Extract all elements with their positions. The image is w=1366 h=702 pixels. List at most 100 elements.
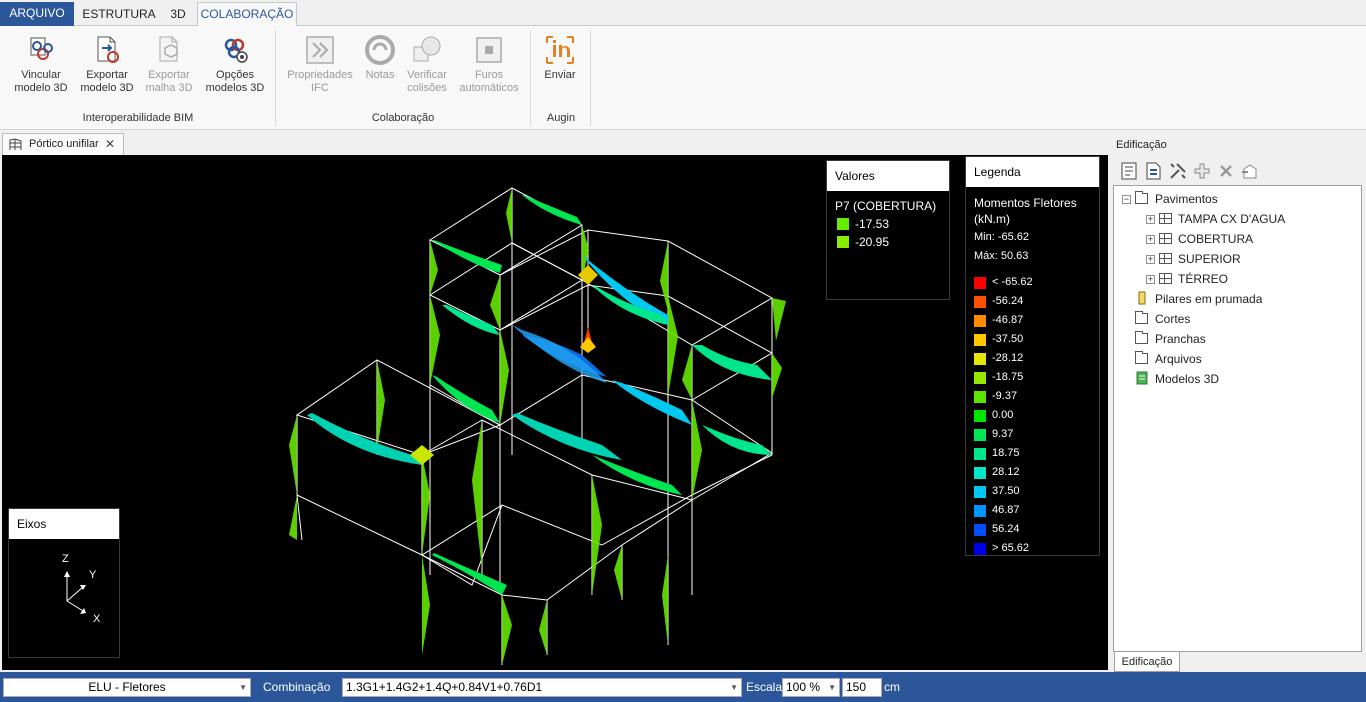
- edificacao-tab[interactable]: Edificação: [1114, 652, 1180, 672]
- exportar-malha-3d-button[interactable]: Exportar malha 3D: [140, 30, 198, 95]
- viewport-3d[interactable]: Valores P7 (COBERTURA) -17.53 -20.95 Leg…: [2, 155, 1108, 670]
- collapse-icon[interactable]: −: [1122, 195, 1131, 204]
- export-mesh-icon: [159, 36, 178, 62]
- legenda-panel: Legenda Momentos Fletores (kN.m) Min: -6…: [965, 156, 1100, 556]
- result-type-select[interactable]: ELU - Fletores ▼: [3, 678, 251, 697]
- tree-label: SUPERIOR: [1178, 252, 1241, 266]
- legend-label: -37.50: [992, 333, 1024, 345]
- tab-3d[interactable]: 3D: [160, 3, 196, 26]
- enviar-label: Enviar: [544, 69, 576, 81]
- document-tab[interactable]: Pórtico unifilar ✕: [2, 133, 124, 155]
- tree-node-pavimentos[interactable]: − Pavimentos: [1122, 191, 1218, 207]
- group-label-interoperabilidade: Interoperabilidade BIM: [82, 112, 194, 124]
- tree-node-pavimento[interactable]: + TAMPA CX D'AGUA: [1146, 211, 1285, 227]
- tab-estrutura[interactable]: ESTRUTURA: [78, 3, 160, 26]
- model-options-icon: [224, 38, 248, 63]
- legend-label: 37.50: [992, 485, 1020, 497]
- legend-label: 28.12: [992, 466, 1020, 478]
- furos-line1: Furos: [474, 69, 504, 81]
- tree-node-modelos-3d[interactable]: Modelos 3D: [1135, 371, 1219, 387]
- legend-label: 18.75: [992, 447, 1020, 459]
- export-model-icon: [97, 36, 119, 63]
- verificar-colisoes-button[interactable]: Verificar colisões: [403, 30, 451, 95]
- floor-plan-icon: [1159, 273, 1172, 284]
- opcoes-line1: Opções: [216, 69, 254, 81]
- tree-label: TÉRREO: [1178, 272, 1229, 286]
- legend-swatch: [974, 448, 986, 460]
- expand-icon[interactable]: +: [1146, 235, 1155, 244]
- delete-icon[interactable]: [1216, 161, 1236, 181]
- legend-label: 46.87: [992, 504, 1020, 516]
- opcoes-modelos-3d-button[interactable]: Opções modelos 3D: [202, 30, 268, 95]
- edit-building-icon[interactable]: [1120, 161, 1140, 181]
- tree-node-pavimento[interactable]: + TÉRREO: [1146, 271, 1228, 287]
- group-separator: [590, 30, 591, 126]
- auto-holes-icon: [476, 37, 502, 63]
- verificar-line1: Verificar: [407, 69, 447, 81]
- tab-colaboracao[interactable]: COLABORAÇÃO: [197, 2, 297, 26]
- notas-button[interactable]: Notas: [360, 30, 400, 82]
- combinacao-label: Combinação: [263, 680, 331, 694]
- exportar-modelo-3d-button[interactable]: Exportar modelo 3D: [76, 30, 138, 95]
- legend-label: -18.75: [992, 371, 1024, 383]
- scale-input[interactable]: 150: [842, 678, 882, 697]
- tree-node-pavimento[interactable]: + COBERTURA: [1146, 231, 1253, 247]
- propriedades-line2: IFC: [311, 82, 329, 94]
- column-icon: [1138, 291, 1146, 305]
- chevron-down-icon: ▼: [239, 683, 247, 692]
- tree-node-arquivos[interactable]: Arquivos: [1135, 351, 1202, 367]
- ifc-properties-icon: [306, 36, 334, 64]
- opcoes-line2: modelos 3D: [205, 82, 265, 94]
- legend-swatch: [974, 543, 986, 555]
- legend-swatch: [974, 467, 986, 479]
- valores-swatch-0: [837, 218, 849, 230]
- chevron-down-icon: ▼: [828, 683, 836, 692]
- legend-swatch: [974, 372, 986, 384]
- legend-label: -9.37: [992, 390, 1018, 402]
- legend-swatch: [974, 486, 986, 498]
- expand-icon[interactable]: +: [1146, 255, 1155, 264]
- escala-select[interactable]: 100 % ▼: [782, 678, 840, 697]
- legend-label: < -65.62: [992, 276, 1033, 288]
- group-label-augin: Augin: [546, 112, 576, 124]
- propriedades-ifc-button[interactable]: Propriedades IFC: [283, 30, 357, 95]
- vincular-line2: modelo 3D: [14, 82, 68, 94]
- status-bar: ELU - Fletores ▼ Combinação 1.3G1+1.4G2+…: [0, 672, 1366, 702]
- combinacao-select[interactable]: 1.3G1+1.4G2+1.4Q+0.84V1+0.76D1 ▼: [342, 678, 742, 697]
- floor-properties-icon[interactable]: [1144, 161, 1164, 181]
- furos-automaticos-button[interactable]: Furos automáticos: [454, 30, 524, 95]
- tree-node-cortes[interactable]: Cortes: [1135, 311, 1190, 327]
- tree-node-pilares[interactable]: Pilares em prumada: [1135, 291, 1262, 307]
- legend-swatch: [974, 296, 986, 308]
- tools-icon[interactable]: [1168, 161, 1188, 181]
- notas-label: Notas: [365, 69, 395, 81]
- legend-swatch: [974, 505, 986, 517]
- vincular-modelo-3d-button[interactable]: Vincular modelo 3D: [10, 30, 72, 95]
- tree-label: Arquivos: [1155, 352, 1202, 366]
- model-3d-icon: [1136, 371, 1148, 385]
- legenda-unit: (kN.m): [974, 212, 1010, 226]
- enviar-augin-button[interactable]: Enviar: [538, 30, 582, 82]
- close-icon[interactable]: ✕: [105, 137, 115, 151]
- valores-header: Valores: [827, 161, 949, 191]
- axis-x-label: X: [93, 613, 101, 625]
- legend-swatch: [974, 334, 986, 346]
- chevron-down-icon: ▼: [730, 683, 738, 692]
- legend-label: -56.24: [992, 295, 1024, 307]
- legend-swatch: [974, 429, 986, 441]
- menu-bar: ARQUIVO ESTRUTURA 3D COLABORAÇÃO: [0, 0, 1366, 26]
- ribbon: Vincular modelo 3D Exportar modelo 3D Ex…: [0, 26, 1366, 130]
- insert-floor-icon[interactable]: [1240, 161, 1260, 181]
- legend-label: -28.12: [992, 352, 1024, 364]
- escala-label: Escala: [746, 680, 783, 694]
- tree-node-pranchas[interactable]: Pranchas: [1135, 331, 1206, 347]
- tree-node-pavimento[interactable]: + SUPERIOR: [1146, 251, 1241, 267]
- group-label-colaboracao: Colaboração: [371, 112, 435, 124]
- legend-swatch: [974, 524, 986, 536]
- expand-icon[interactable]: +: [1146, 215, 1155, 224]
- link-model-icon: [30, 37, 53, 60]
- add-floor-icon[interactable]: [1192, 161, 1212, 181]
- tab-arquivo[interactable]: ARQUIVO: [0, 2, 74, 26]
- expand-icon[interactable]: +: [1146, 275, 1155, 284]
- eixos-panel: Eixos Z Y X: [8, 508, 120, 658]
